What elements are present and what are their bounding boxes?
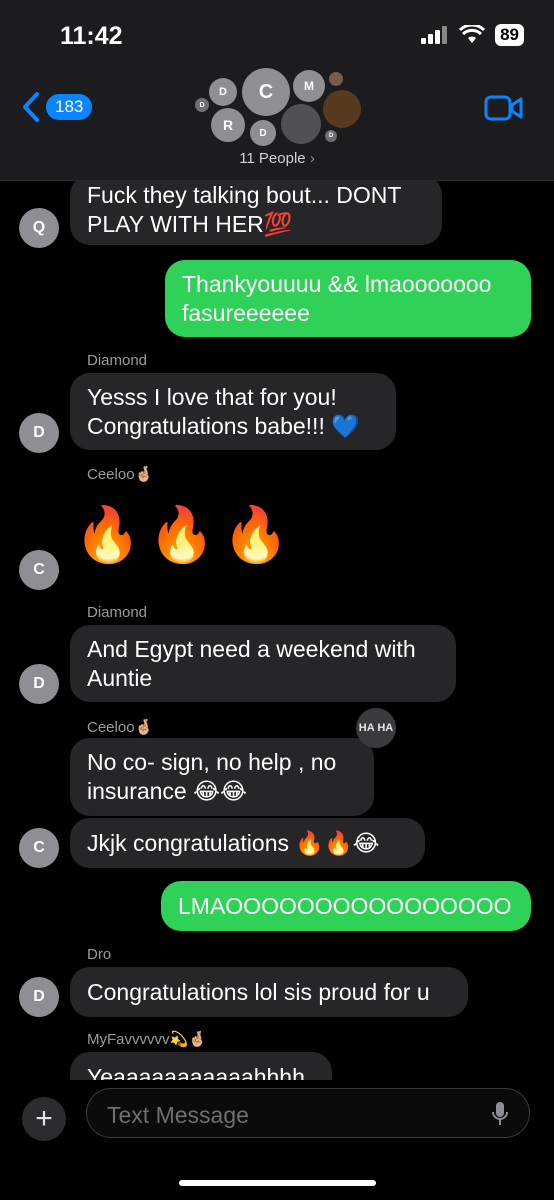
video-call-button[interactable] <box>484 94 524 127</box>
message-bubble[interactable]: Fuck they talking bout... DONT PLAY WITH… <box>70 180 442 245</box>
avatar: D <box>250 120 276 146</box>
message-bubble[interactable]: Congratulations lol sis proud for u <box>70 967 468 1017</box>
fire-emoji[interactable]: 🔥 <box>148 505 215 565</box>
avatar-photo <box>329 72 343 86</box>
sender-name: Ceeloo🤞🏼 <box>87 719 154 736</box>
tapback-haha[interactable]: HA HA <box>356 708 396 748</box>
message-input-container[interactable] <box>86 1088 530 1138</box>
message-bubble[interactable]: No co- sign, no help , no insurance 😂😂 <box>70 738 374 816</box>
microphone-icon[interactable] <box>491 1101 509 1127</box>
sender-name: Ceeloo🤞🏼 <box>87 466 154 483</box>
avatar: R <box>211 108 245 142</box>
fire-emoji[interactable]: 🔥 <box>74 505 141 565</box>
message-feed[interactable]: Fuck they talking bout... DONT PLAY WITH… <box>0 180 554 1080</box>
chevron-right-icon: › <box>309 150 315 167</box>
back-button[interactable]: 183 <box>22 92 93 122</box>
sender-name: Diamond <box>87 352 148 369</box>
avatar-photo <box>281 104 321 144</box>
conversation-header: 11:42 89 183 D D C M R D D 11 People › <box>0 0 554 181</box>
avatar: D <box>325 130 337 142</box>
status-icons: 89 <box>421 24 524 46</box>
group-avatar-cluster[interactable]: D D C M R D D <box>195 64 365 154</box>
avatar: M <box>293 70 325 102</box>
avatar[interactable]: D <box>19 664 59 704</box>
avatar[interactable]: D <box>19 977 59 1017</box>
avatar: D <box>195 98 209 112</box>
message-bubble[interactable]: Jkjk congratulations 🔥🔥😂 <box>70 818 425 868</box>
sender-name: Diamond <box>87 604 148 621</box>
status-time: 11:42 <box>60 22 123 50</box>
message-bubble[interactable]: LMAOOOOOOOOOOOOOOOO <box>161 881 531 931</box>
home-indicator <box>179 1180 376 1186</box>
plus-icon: + <box>35 1102 53 1135</box>
message-bubble[interactable]: Yesss I love that for you! Congratulatio… <box>70 373 396 450</box>
people-count-label[interactable]: 11 People › <box>0 150 554 167</box>
unread-count-badge: 183 <box>46 94 93 120</box>
chevron-left-icon <box>23 92 39 122</box>
video-camera-icon <box>484 95 523 121</box>
avatar: D <box>209 78 237 106</box>
message-bubble[interactable]: Thankyouuuu && lmaooooooo fasureeeeee <box>165 260 531 337</box>
avatar[interactable]: Q <box>19 208 59 248</box>
message-bubble[interactable]: And Egypt need a weekend with Auntie <box>70 625 456 702</box>
avatar: C <box>242 68 290 116</box>
wifi-icon <box>459 25 486 43</box>
add-attachment-button[interactable]: + <box>22 1097 66 1141</box>
sender-name: Dro <box>87 946 112 963</box>
message-input[interactable] <box>105 1099 469 1131</box>
avatar[interactable]: D <box>19 413 59 453</box>
battery-level: 89 <box>495 24 524 46</box>
fire-emoji[interactable]: 🔥 <box>222 505 289 565</box>
avatar[interactable]: C <box>19 550 59 590</box>
sender-name: MyFavvvvvv💫🤞🏼 <box>87 1031 207 1048</box>
avatar[interactable]: C <box>19 828 59 868</box>
avatar-photo <box>323 90 361 128</box>
message-bubble[interactable]: Yeaaaaaaaaaaahhhh <box>70 1052 332 1080</box>
signal-icon <box>421 26 448 44</box>
